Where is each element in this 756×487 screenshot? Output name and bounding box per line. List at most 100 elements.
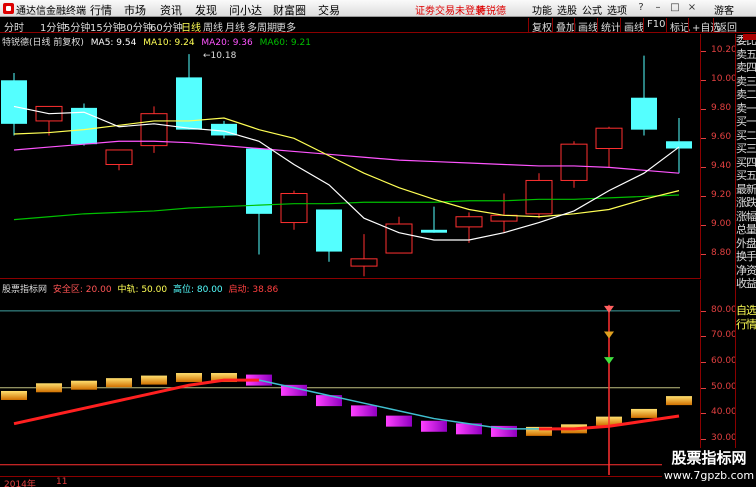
- period-5min[interactable]: 5分钟: [64, 19, 90, 34]
- indicator-bar: [106, 378, 132, 388]
- price-tick-label: 10.20: [701, 45, 737, 56]
- menu-formula[interactable]: 公式: [582, 2, 602, 17]
- menu-options[interactable]: 选项: [607, 2, 627, 17]
- side-label: 买四: [736, 155, 756, 169]
- side-label: 收益: [736, 277, 756, 290]
- period-30min[interactable]: 30分钟: [120, 19, 153, 34]
- side-label: 卖一: [736, 101, 756, 115]
- indicator-tick-label: 60.00: [701, 356, 737, 367]
- current-stock-name: 特锐德: [476, 6, 506, 17]
- period-multi[interactable]: 多周期: [247, 19, 277, 34]
- side-label: [736, 291, 756, 305]
- watermark: 股票指标网 www.7gpzb.com: [662, 448, 756, 487]
- side-label: 买一: [736, 115, 756, 128]
- period-intraday[interactable]: 分时: [4, 19, 24, 34]
- legend-ma20: MA20: 9.36: [201, 38, 253, 48]
- side-label: 买三: [736, 142, 756, 155]
- signal-marker-icon: [604, 357, 614, 365]
- indicator-tick-label: 30.00: [701, 433, 737, 444]
- price-tick-label: 9.00: [700, 219, 732, 230]
- side-label: 买五: [736, 169, 756, 182]
- menu-quotes[interactable]: 行情: [90, 2, 112, 18]
- legend-ma5: MA5: 9.54: [90, 38, 137, 48]
- price-tick-label: 9.20: [700, 190, 732, 201]
- indicator-axis: 80.0070.0060.0050.0040.0030.0020.00: [700, 280, 737, 475]
- side-label: 外盘: [736, 236, 756, 250]
- adjust-price-button[interactable]: 复权: [528, 18, 555, 34]
- price-legend: 特锐德(日线 前复权) MA5: 9.54 MA10: 9.24 MA20: 9…: [2, 35, 315, 48]
- period-toolbar: 分时 1分钟 5分钟 15分钟 30分钟 60分钟 日线 周线 月线 多周期 更…: [0, 18, 756, 34]
- price-tick-label: 9.60: [700, 132, 732, 143]
- legend-mid-band: 中轨: 50.00: [117, 285, 168, 295]
- period-monthly[interactable]: 月线: [225, 19, 245, 34]
- date-month: 11: [56, 477, 68, 487]
- indicator-tick-label: 70.00: [701, 330, 737, 341]
- help-icon[interactable]: ?: [635, 2, 647, 14]
- indicator-bar: [351, 405, 377, 417]
- signal-marker-icon: [604, 305, 614, 313]
- side-label: 买二: [736, 128, 756, 142]
- indicator-chart[interactable]: 股票指标网 安全区: 20.00 中轨: 50.00 高位: 80.00 启动:…: [0, 280, 700, 475]
- indicator-name: 股票指标网: [2, 285, 48, 295]
- indicator-bar: [36, 383, 62, 393]
- menu-pick-stock[interactable]: 选股: [557, 2, 577, 17]
- side-label: 卖四: [736, 61, 756, 74]
- back-button[interactable]: 返回: [713, 18, 740, 34]
- candle-body: [560, 143, 588, 181]
- indicator-bar: [631, 408, 657, 418]
- quote-side-panel: 委比 卖五 卖四 卖三 卖二 卖一 买一 买二 买三 买四 买五 最新 涨跌 涨幅 总量 外盘 换手 净资 收益 自…: [735, 34, 756, 480]
- signal-marker-icon: [604, 331, 614, 339]
- menu-discover[interactable]: 发现: [195, 2, 217, 18]
- menu-ask[interactable]: 问小达: [229, 2, 262, 18]
- f10-button[interactable]: F10: [643, 18, 668, 32]
- side-label: 最新: [736, 182, 756, 196]
- side-label: 净资: [736, 263, 756, 277]
- legend-start: 启动: 38.86: [228, 285, 279, 295]
- price-chart-svg: ←10.18←8.65: [1, 51, 692, 289]
- indicator-bar: [386, 415, 412, 427]
- candle-body: [71, 107, 97, 145]
- legend-high-level: 高位: 80.00: [172, 285, 223, 295]
- menu-trade[interactable]: 交易: [318, 2, 340, 18]
- indicator-legend: 股票指标网 安全区: 20.00 中轨: 50.00 高位: 80.00 启动:…: [2, 282, 281, 295]
- side-panel-tab[interactable]: [743, 34, 756, 40]
- maximize-icon[interactable]: □: [669, 2, 681, 14]
- side-label[interactable]: 自选: [736, 304, 756, 318]
- menu-wealth[interactable]: 财富圈: [273, 2, 306, 18]
- user-guest[interactable]: 游客: [714, 2, 734, 17]
- side-label: 卖二: [736, 88, 756, 101]
- side-label: 涨跌: [736, 196, 756, 209]
- menu-bar: 通达信金融终端 行情 市场 资讯 发现 问小达 财富圈 交易 证劵交易未登录 特…: [0, 0, 756, 17]
- close-icon[interactable]: ×: [686, 2, 698, 14]
- price-tick-label: 9.40: [700, 161, 732, 172]
- legend-safe-zone: 安全区: 20.00: [52, 285, 112, 295]
- side-label[interactable]: 行情: [736, 318, 756, 332]
- candle-body: [316, 209, 342, 252]
- period-1min[interactable]: 1分钟: [40, 19, 66, 34]
- period-weekly[interactable]: 周线: [203, 19, 223, 34]
- side-label: 总量: [736, 223, 756, 236]
- menu-market[interactable]: 市场: [124, 2, 146, 18]
- indicator-bar: [141, 375, 167, 385]
- high-annotation: ←10.18: [203, 51, 237, 61]
- candle-body: [525, 179, 553, 215]
- side-label: 涨幅: [736, 209, 756, 223]
- menu-function[interactable]: 功能: [532, 2, 552, 17]
- minimize-icon[interactable]: –: [652, 2, 664, 14]
- watermark-title: 股票指标网: [671, 449, 747, 467]
- period-more[interactable]: 更多: [276, 19, 296, 34]
- candle-body: [246, 148, 272, 214]
- indicator-tick-label: 50.00: [701, 381, 737, 392]
- indicator-chart-svg: [0, 304, 692, 475]
- price-chart[interactable]: ←10.18←8.65 特锐德(日线 前复权) MA5: 9.54 MA10: …: [0, 34, 700, 289]
- menu-news[interactable]: 资讯: [160, 2, 182, 18]
- period-daily[interactable]: 日线: [181, 19, 201, 34]
- period-60min[interactable]: 60分钟: [150, 19, 183, 34]
- candle-body: [1, 80, 27, 124]
- date-year: 2014年: [4, 480, 36, 487]
- trade-login-status[interactable]: 证劵交易未登录: [415, 2, 485, 17]
- period-15min[interactable]: 15分钟: [90, 19, 123, 34]
- price-tick-label: 8.80: [700, 248, 732, 259]
- candle-body: [280, 193, 308, 224]
- side-label: 换手: [736, 250, 756, 263]
